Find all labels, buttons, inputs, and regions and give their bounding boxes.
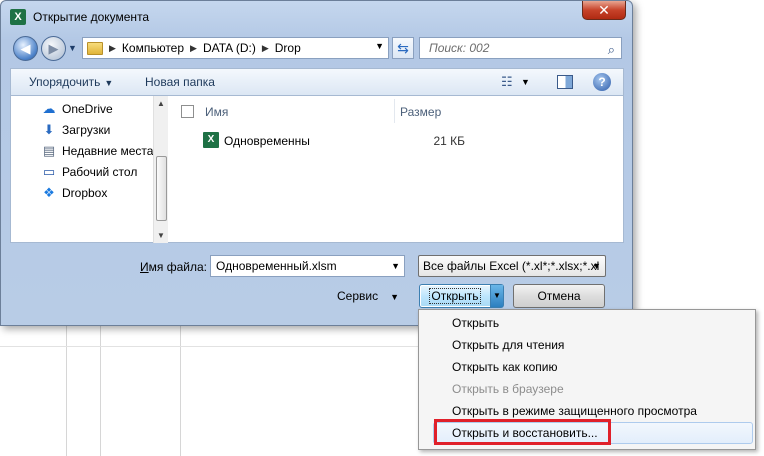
nav-item-label: Рабочий стол	[62, 165, 138, 179]
forward-button[interactable]: ▶	[41, 36, 66, 61]
chevron-down-icon: ▼	[592, 261, 601, 271]
nav-item-downloads[interactable]: ⬇ Загрузки	[41, 122, 111, 138]
menu-item-open-in-browser: Открыть в браузере	[452, 382, 564, 396]
open-document-dialog: X Открытие документа ✕ ◀ ▶ ▼ ▶ Компьютер…	[0, 0, 633, 326]
menu-item-open-protected-view[interactable]: Открыть в режиме защищенного просмотра	[452, 404, 697, 418]
nav-item-recent-places[interactable]: ▤ Недавние места	[41, 143, 154, 159]
nav-item-onedrive[interactable]: ☁ OneDrive	[41, 101, 113, 117]
column-header-name[interactable]: Имя	[205, 105, 228, 119]
chevron-right-icon[interactable]: ▶	[262, 43, 269, 54]
scrollbar-thumb[interactable]	[156, 156, 167, 221]
nav-scrollbar[interactable]: ▲ ▼	[153, 96, 168, 243]
filename-label: Имя файла:	[140, 260, 207, 274]
file-list: Имя Размер X Одновременны 21 КБ	[168, 96, 624, 243]
excel-file-icon: X	[203, 132, 219, 148]
preview-pane-icon[interactable]	[557, 75, 573, 89]
file-name: Одновременны	[224, 134, 310, 148]
cancel-button[interactable]: Отмена	[513, 284, 605, 308]
highlight-annotation-box	[434, 419, 611, 445]
column-divider[interactable]	[394, 99, 395, 123]
filename-label-accesskey: И	[140, 260, 149, 274]
chevron-down-icon[interactable]: ▼	[521, 77, 530, 87]
recent-places-icon: ▤	[42, 143, 56, 158]
background-spreadsheet	[0, 326, 420, 456]
search-icon: ⌕	[607, 42, 615, 57]
new-folder-button[interactable]: Новая папка	[145, 75, 215, 89]
file-type-value: Все файлы Excel (*.xl*;*.xlsx;*.xl	[423, 259, 600, 273]
chevron-down-icon[interactable]: ▼	[391, 256, 400, 276]
scroll-up-icon[interactable]: ▲	[157, 99, 165, 108]
toolbar: Упорядочить ▼ Новая папка ☷ ▼ ?	[10, 68, 624, 96]
menu-item-open-as-copy[interactable]: Открыть как копию	[452, 360, 558, 374]
nav-item-dropbox[interactable]: ❖ Dropbox	[41, 185, 107, 201]
folder-icon	[87, 41, 103, 55]
organize-label: Упорядочить	[29, 75, 101, 89]
filename-value: Одновременный.xlsm	[216, 259, 337, 273]
open-label: Открыть	[429, 288, 481, 304]
tools-button[interactable]: Сервис ▼	[337, 289, 399, 303]
back-arrow-icon: ◀	[20, 40, 31, 56]
grid-line	[0, 346, 420, 347]
nav-item-label: OneDrive	[62, 102, 113, 116]
dropbox-icon: ❖	[43, 185, 55, 200]
navigation-pane: ☁ OneDrive ⬇ Загрузки ▤ Недавние места ▭…	[10, 96, 168, 243]
open-button[interactable]: Открыть	[420, 285, 490, 307]
desktop-icon: ▭	[42, 164, 56, 179]
open-options-dropdown[interactable]: ▼	[490, 285, 503, 307]
breadcrumb-computer[interactable]: Компьютер	[122, 41, 184, 55]
filename-input[interactable]: Одновременный.xlsm ▼	[210, 255, 405, 277]
scroll-down-icon[interactable]: ▼	[157, 231, 165, 240]
chevron-right-icon[interactable]: ▶	[190, 43, 197, 54]
nav-item-label: Загрузки	[62, 123, 111, 137]
chevron-right-icon[interactable]: ▶	[109, 43, 116, 54]
change-view-icon[interactable]: ☷	[501, 74, 521, 90]
dialog-title: Открытие документа	[33, 10, 150, 24]
close-button[interactable]: ✕	[582, 1, 626, 20]
select-all-checkbox[interactable]	[181, 105, 194, 118]
search-input[interactable]: Поиск: 002 ⌕	[419, 37, 622, 59]
column-header-size[interactable]: Размер	[400, 105, 441, 119]
menu-item-open[interactable]: Открыть	[452, 316, 499, 330]
nav-item-label: Dropbox	[62, 186, 108, 200]
breadcrumb-data-drive[interactable]: DATA (D:)	[203, 41, 256, 55]
recent-locations-dropdown[interactable]: ▼	[68, 43, 77, 53]
filename-label-text: мя файла:	[148, 260, 207, 274]
cloud-icon: ☁	[42, 101, 56, 116]
help-icon[interactable]: ?	[593, 73, 611, 91]
nav-item-label: Недавние места	[62, 144, 154, 158]
file-size: 21 КБ	[433, 134, 465, 148]
menu-item-open-read-only[interactable]: Открыть для чтения	[452, 338, 564, 352]
chevron-down-icon[interactable]: ▼	[375, 41, 384, 51]
address-bar[interactable]: ▶ Компьютер ▶ DATA (D:) ▶ Drop ▼	[82, 37, 389, 59]
chevron-down-icon: ▼	[104, 78, 114, 88]
open-split-button: Открыть ▼	[419, 284, 504, 308]
forward-arrow-icon: ▶	[48, 40, 59, 56]
refresh-button[interactable]: ⇆	[392, 37, 414, 59]
file-type-select[interactable]: Все файлы Excel (*.xl*;*.xlsx;*.xl ▼	[418, 255, 606, 277]
nav-item-desktop[interactable]: ▭ Рабочий стол	[41, 164, 137, 180]
search-placeholder: Поиск: 002	[429, 41, 490, 55]
back-button[interactable]: ◀	[13, 36, 38, 61]
downloads-icon: ⬇	[43, 122, 55, 137]
excel-app-icon: X	[10, 9, 26, 25]
chevron-down-icon: ▼	[390, 292, 400, 302]
tools-label: Сервис	[337, 289, 379, 303]
organize-button[interactable]: Упорядочить ▼	[29, 75, 113, 89]
breadcrumb-dropbox[interactable]: Drop	[275, 41, 301, 55]
